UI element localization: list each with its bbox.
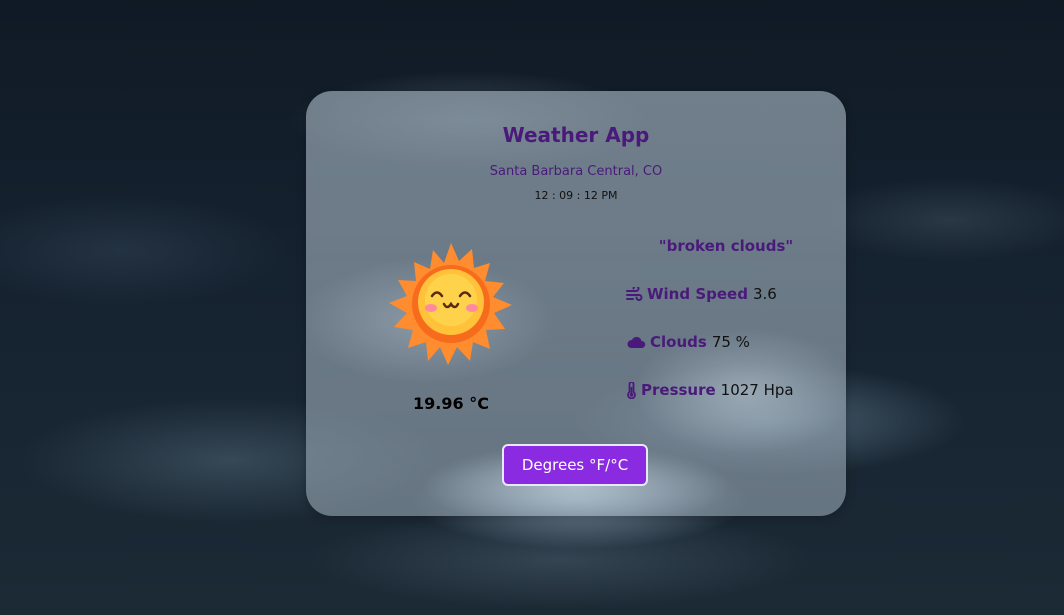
location-name: Santa Barbara Central, CO — [489, 164, 663, 179]
wind-speed-stat: Wind Speed 3.6 — [626, 285, 777, 303]
clouds-label: Clouds — [650, 333, 707, 351]
app-title: Weather App — [502, 123, 650, 147]
weather-description: "broken clouds" — [658, 237, 794, 255]
clouds-stat: Clouds 75 % — [626, 333, 750, 351]
wind-icon — [626, 287, 643, 301]
unit-toggle-button[interactable]: Degrees °F/°C — [502, 444, 648, 486]
weather-card: Weather App Santa Barbara Central, CO 12… — [306, 91, 846, 516]
clouds-value: 75 % — [711, 333, 750, 351]
smiling-sun-icon — [386, 241, 516, 366]
wind-speed-value: 3.6 — [752, 285, 777, 303]
temperature-value: 19.96 °C — [413, 394, 489, 413]
pressure-label: Pressure — [641, 381, 716, 399]
pressure-stat: Pressure 1027 Hpa — [626, 381, 794, 399]
current-time: 12 : 09 : 12 PM — [534, 189, 618, 202]
thermometer-icon — [626, 381, 637, 399]
wind-speed-label: Wind Speed — [647, 285, 748, 303]
cloud-icon — [626, 335, 646, 349]
pressure-value: 1027 Hpa — [720, 381, 794, 399]
